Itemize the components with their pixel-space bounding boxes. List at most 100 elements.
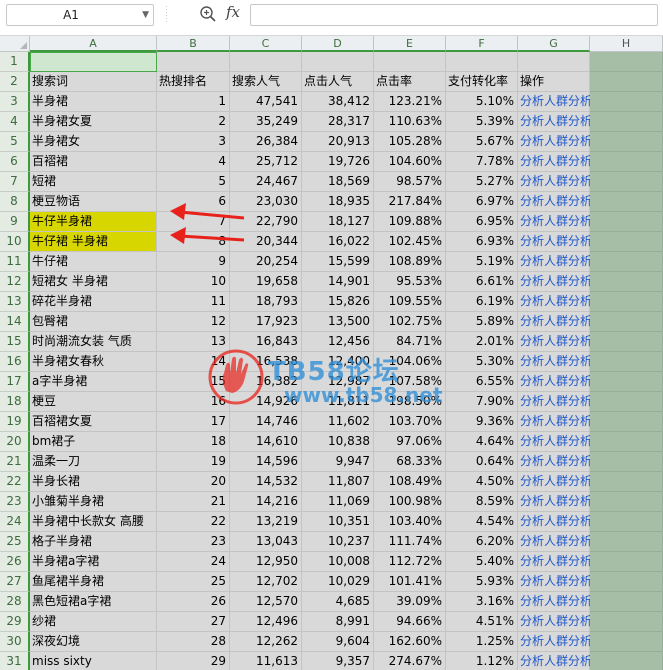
cell[interactable]: 16,538 <box>230 352 302 372</box>
cell[interactable]: 9.36% <box>446 412 518 432</box>
cell-h[interactable] <box>590 292 663 312</box>
cell[interactable]: 38,412 <box>302 92 374 112</box>
analysis-link[interactable]: 分析人群分析 <box>518 652 592 670</box>
analysis-link[interactable]: 分析人群分析 <box>518 112 592 132</box>
keyword-cell[interactable]: 半身长裙 <box>30 472 157 492</box>
cell[interactable]: 10,029 <box>302 572 374 592</box>
row-header[interactable]: 20 <box>0 432 30 452</box>
cell[interactable]: 19 <box>157 452 230 472</box>
cell-h[interactable] <box>590 432 663 452</box>
cell-h[interactable] <box>590 632 663 652</box>
cell-h[interactable] <box>590 492 663 512</box>
analysis-link[interactable]: 分析人群分析 <box>518 312 592 332</box>
cell[interactable] <box>230 52 302 72</box>
row-header[interactable]: 11 <box>0 252 30 272</box>
cell[interactable]: 20,254 <box>230 252 302 272</box>
cell[interactable]: 98.57% <box>374 172 446 192</box>
keyword-cell[interactable]: miss sixty <box>30 652 157 670</box>
analysis-link[interactable]: 分析人群分析 <box>518 272 592 292</box>
keyword-cell[interactable]: 包臀裙 <box>30 312 157 332</box>
cell[interactable]: 12,570 <box>230 592 302 612</box>
cell[interactable]: 6.20% <box>446 532 518 552</box>
cell[interactable] <box>374 52 446 72</box>
header-cell-pay-conversion[interactable]: 支付转化率 <box>446 72 518 92</box>
cell[interactable]: 7 <box>157 212 230 232</box>
cell[interactable]: 29 <box>157 652 230 670</box>
row-header[interactable]: 8 <box>0 192 30 212</box>
cell[interactable]: 20,913 <box>302 132 374 152</box>
cell-h[interactable] <box>590 452 663 472</box>
row-header[interactable]: 26 <box>0 552 30 572</box>
cell[interactable]: 5 <box>157 172 230 192</box>
cell[interactable]: 5.27% <box>446 172 518 192</box>
cell[interactable]: 13,043 <box>230 532 302 552</box>
cell[interactable]: 16,382 <box>230 372 302 392</box>
row-header[interactable]: 19 <box>0 412 30 432</box>
header-cell-keyword[interactable]: 搜索词 <box>30 72 157 92</box>
column-header-f[interactable]: F <box>446 36 518 52</box>
keyword-cell[interactable]: 深夜幻境 <box>30 632 157 652</box>
analysis-link[interactable]: 分析人群分析 <box>518 612 592 632</box>
cell[interactable]: 198.50% <box>374 392 446 412</box>
analysis-link[interactable]: 分析人群分析 <box>518 552 592 572</box>
cell[interactable]: 12,456 <box>302 332 374 352</box>
select-all-corner[interactable] <box>0 36 30 52</box>
cell[interactable]: 14,901 <box>302 272 374 292</box>
header-cell-hot-rank[interactable]: 热搜排名 <box>157 72 230 92</box>
cell[interactable]: 13 <box>157 332 230 352</box>
keyword-cell[interactable]: 纱裙 <box>30 612 157 632</box>
keyword-cell[interactable]: 半身裙女春秋 <box>30 352 157 372</box>
keyword-cell[interactable]: 温柔一刀 <box>30 452 157 472</box>
keyword-cell[interactable]: 百褶裙 <box>30 152 157 172</box>
cell[interactable]: 109.55% <box>374 292 446 312</box>
cell[interactable]: 105.28% <box>374 132 446 152</box>
row-header[interactable]: 18 <box>0 392 30 412</box>
cell-h[interactable] <box>590 172 663 192</box>
analysis-link[interactable]: 分析人群分析 <box>518 292 592 312</box>
zoom-icon[interactable] <box>199 5 217 23</box>
cell[interactable]: 1.12% <box>446 652 518 670</box>
row-header[interactable]: 15 <box>0 332 30 352</box>
cell[interactable]: 112.72% <box>374 552 446 572</box>
cell[interactable]: 12,400 <box>302 352 374 372</box>
cell-h[interactable] <box>590 252 663 272</box>
analysis-link[interactable]: 分析人群分析 <box>518 412 592 432</box>
cell-h[interactable] <box>590 212 663 232</box>
analysis-link[interactable]: 分析人群分析 <box>518 372 592 392</box>
cell[interactable]: 13,219 <box>230 512 302 532</box>
keyword-cell[interactable]: 半身裙女夏 <box>30 112 157 132</box>
cell[interactable]: 9,357 <box>302 652 374 670</box>
cell-h[interactable] <box>590 352 663 372</box>
cell[interactable]: 7.90% <box>446 392 518 412</box>
row-header[interactable]: 9 <box>0 212 30 232</box>
cell[interactable]: 23 <box>157 532 230 552</box>
keyword-cell[interactable]: 牛仔半身裙 <box>30 212 157 232</box>
cell[interactable]: 24,467 <box>230 172 302 192</box>
cell-h[interactable] <box>590 612 663 632</box>
cell-h[interactable] <box>590 372 663 392</box>
cell[interactable]: 23,030 <box>230 192 302 212</box>
cell[interactable]: 109.88% <box>374 212 446 232</box>
column-header-h[interactable]: H <box>590 36 663 52</box>
cell[interactable]: 6.95% <box>446 212 518 232</box>
analysis-link[interactable]: 分析人群分析 <box>518 152 592 172</box>
cell[interactable]: 94.66% <box>374 612 446 632</box>
cell[interactable]: 3 <box>157 132 230 152</box>
row-header[interactable]: 31 <box>0 652 30 670</box>
cell[interactable]: 14 <box>157 352 230 372</box>
cell-h[interactable] <box>590 232 663 252</box>
column-header-b[interactable]: B <box>157 36 230 52</box>
cell[interactable]: 12,496 <box>230 612 302 632</box>
row-header[interactable]: 29 <box>0 612 30 632</box>
cell[interactable]: 14,610 <box>230 432 302 452</box>
cell[interactable]: 25 <box>157 572 230 592</box>
keyword-cell[interactable]: 牛仔裙 半身裙 <box>30 232 157 252</box>
cell[interactable]: 47,541 <box>230 92 302 112</box>
row-header[interactable]: 27 <box>0 572 30 592</box>
cell[interactable]: 162.60% <box>374 632 446 652</box>
cell[interactable]: 14,532 <box>230 472 302 492</box>
cell[interactable]: 10,838 <box>302 432 374 452</box>
cell-h[interactable] <box>590 132 663 152</box>
cell[interactable]: 16,022 <box>302 232 374 252</box>
cell[interactable]: 4.54% <box>446 512 518 532</box>
